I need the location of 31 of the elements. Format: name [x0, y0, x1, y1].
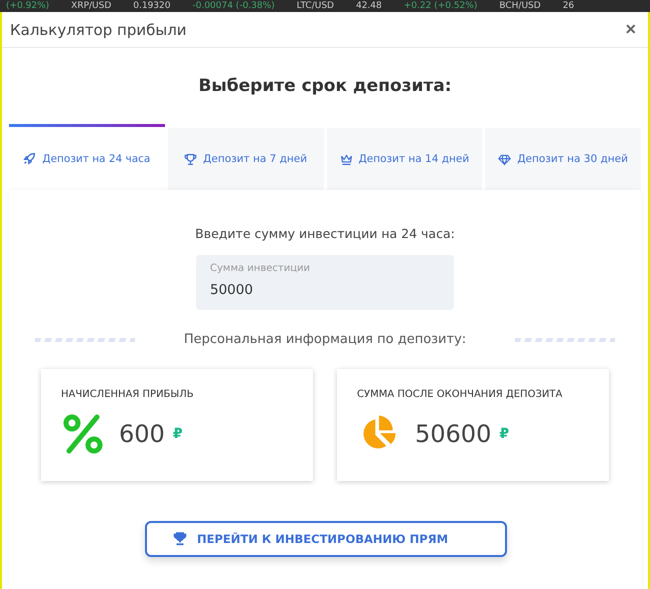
ticker-text: BCH/USD	[499, 0, 541, 12]
trophy-icon	[184, 152, 198, 166]
tab[interactable]: Депозит на 30 дней	[485, 128, 641, 190]
crown-icon	[340, 152, 353, 166]
tab[interactable]: Депозит на 7 дней	[168, 128, 324, 190]
card-title: СУММА ПОСЛЕ ОКОНЧАНИЯ ДЕПОЗИТА	[357, 389, 564, 400]
diamond-icon	[498, 152, 512, 166]
amount-value: 50600	[415, 420, 492, 448]
field-label: Сумма инвестиции	[210, 263, 310, 274]
ticker-text: 0.19320	[133, 0, 170, 12]
window-title: Калькулятор прибыли	[10, 20, 187, 38]
heading: Выберите срок депозита:	[197, 76, 453, 96]
invest-button[interactable]: ПЕРЕЙТИ К ИНВЕСТИРОВАНИЮ ПРЯМ	[145, 521, 507, 557]
card-title: НАЧИСЛЕННАЯ ПРИБЫЛЬ	[61, 389, 195, 400]
percent-icon	[61, 414, 105, 454]
ticker-text: XRP/USD	[71, 0, 112, 12]
currency-sign: ₽	[499, 426, 510, 442]
tab[interactable]: Депозит на 14 дней	[326, 128, 482, 190]
ticker-text: (+0.92%)	[6, 0, 50, 12]
ticker-text: 42.48	[356, 0, 382, 12]
prompt-text: Введите сумму инвестиции на 24 часа:	[195, 226, 455, 241]
ticker-text: 26	[562, 0, 574, 12]
section-title: Персональная информация по депозиту:	[184, 332, 466, 347]
currency-sign: ₽	[172, 426, 183, 442]
ticker-text: LTC/USD	[296, 0, 334, 12]
trophy-icon	[173, 532, 187, 546]
ticker-text: -0.00074 (-0.38%)	[192, 0, 275, 12]
amount-value: 600	[119, 420, 165, 448]
rocket-icon	[23, 152, 36, 165]
ticker-text: +0.22 (+0.52%)	[404, 0, 478, 12]
close-button[interactable]: ×	[621, 19, 640, 40]
